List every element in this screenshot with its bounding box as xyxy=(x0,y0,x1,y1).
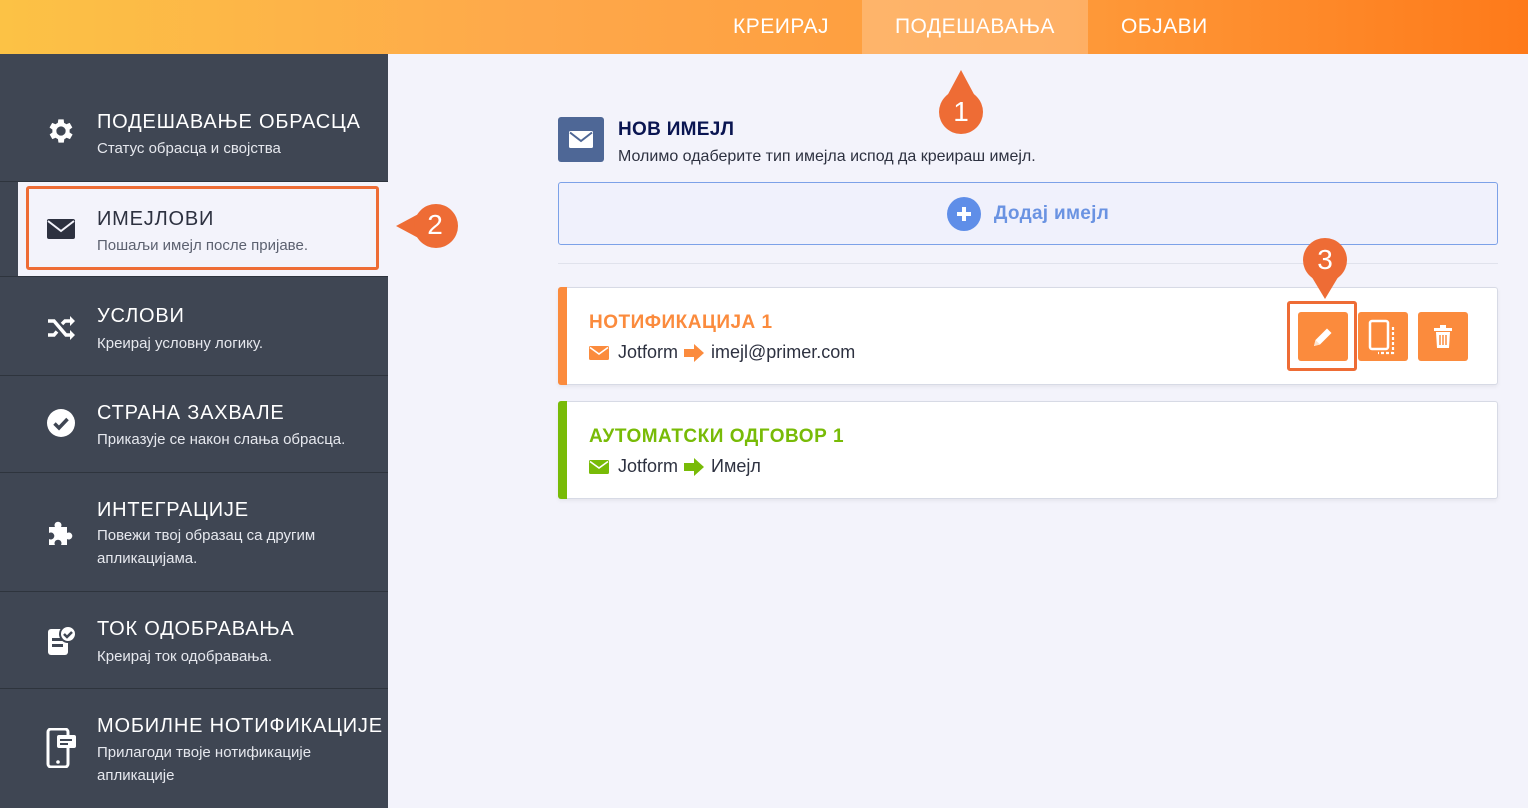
callout-badge-3: 3 xyxy=(1317,244,1333,275)
sidebar-item-title: СТРАНА ЗАХВАЛЕ xyxy=(97,402,285,424)
sidebar-item-mobile-notifications[interactable]: МОБИЛНЕ НОТИФИКАЦИЈЕ Прилагоди твоје нот… xyxy=(0,689,388,808)
sidebar-item-conditions[interactable]: УСЛОВИ Креирај условну логику. xyxy=(0,276,388,376)
add-email-label: Додај имејл xyxy=(993,202,1110,224)
sidebar-item-title: УСЛОВИ xyxy=(97,305,185,327)
plus-icon xyxy=(946,196,981,231)
sidebar-item-title: ТОК ОДОБРАВАЊА xyxy=(97,618,295,640)
top-navigation-bar: КРЕИРАЈ ПОДЕШАВАЊА ОБЈАВИ xyxy=(0,0,1528,54)
trash-icon xyxy=(1434,324,1452,348)
divider xyxy=(558,263,1498,264)
sidebar-item-title: МОБИЛНЕ НОТИФИКАЦИЈЕ xyxy=(97,715,383,737)
email-card-autoresponder[interactable]: АУТОМАТСКИ ОДГОВОР 1 Jotform Имејл xyxy=(558,401,1498,499)
email-card-route: Jotform imejl@primer.com xyxy=(589,342,855,363)
sidebar-item-description: Приказује се након слања обрасца. xyxy=(97,431,346,448)
puzzle-icon xyxy=(44,516,78,550)
sidebar-item-description: Статус обрасца и својства xyxy=(97,140,281,157)
sidebar-item-thank-you-page[interactable]: СТРАНА ЗАХВАЛЕ Приказује се након слања … xyxy=(0,376,388,473)
sidebar-item-form-settings[interactable]: ПОДЕШАВАЊЕ ОБРАСЦА Статус обрасца и свој… xyxy=(0,54,388,182)
tab-build[interactable]: КРЕИРАЈ xyxy=(700,0,862,54)
callout-badge-2: 2 xyxy=(427,209,443,240)
mobile-notification-icon xyxy=(44,727,78,769)
approval-flow-icon xyxy=(44,624,78,658)
sidebar-item-description: Креирај ток одобравања. xyxy=(97,648,272,665)
arrow-right-icon xyxy=(684,457,705,476)
envelope-icon xyxy=(589,345,609,360)
add-email-button[interactable]: Додај имејл xyxy=(558,182,1498,245)
card-accent-bar xyxy=(558,401,567,499)
email-from: Jotform xyxy=(618,456,679,476)
email-card-title: АУТОМАТСКИ ОДГОВОР 1 xyxy=(589,426,845,447)
highlight-box-emails xyxy=(26,186,379,270)
sidebar-item-description: Прилагоди твоје нотификације апликације xyxy=(97,744,312,784)
top-nav-tabs: КРЕИРАЈ ПОДЕШАВАЊА ОБЈАВИ xyxy=(700,0,1241,54)
card-accent-bar xyxy=(558,287,567,385)
tab-publish[interactable]: ОБЈАВИ xyxy=(1088,0,1241,54)
email-card-route: Jotform Имејл xyxy=(589,456,761,477)
sidebar-item-description: Повежи твој образац са другим апликација… xyxy=(97,527,316,567)
envelope-icon xyxy=(558,117,604,162)
new-email-title: НОВ ИМЕЈЛ xyxy=(618,119,735,140)
clone-email-button[interactable] xyxy=(1358,312,1408,361)
tab-settings[interactable]: ПОДЕШАВАЊА xyxy=(861,0,1088,54)
check-circle-icon xyxy=(44,406,78,440)
email-card-notification[interactable]: НОТИФИКАЦИЈА 1 Jotform imejl@primer.com xyxy=(558,287,1498,385)
email-to: Имејл xyxy=(711,456,761,476)
settings-sidebar: ПОДЕШАВАЊЕ ОБРАСЦА Статус обрасца и свој… xyxy=(0,54,388,808)
email-from: Jotform xyxy=(618,342,679,362)
highlight-box-edit xyxy=(1287,301,1357,371)
delete-email-button[interactable] xyxy=(1418,312,1468,361)
sidebar-item-title: ПОДЕШАВАЊЕ ОБРАСЦА xyxy=(97,111,361,133)
sidebar-item-integrations[interactable]: ИНТЕГРАЦИЈЕ Повежи твој образац са други… xyxy=(0,473,388,592)
callout-badge-1: 1 xyxy=(953,96,969,127)
arrow-right-icon xyxy=(684,343,705,362)
new-email-subtitle: Молимо одаберите тип имејла испод да кре… xyxy=(618,148,1036,165)
envelope-icon xyxy=(589,459,609,474)
gear-icon xyxy=(44,114,78,148)
sidebar-item-description: Креирај условну логику. xyxy=(97,335,264,352)
sidebar-item-approval-flow[interactable]: ТОК ОДОБРАВАЊА Креирај ток одобравања. xyxy=(0,592,388,689)
email-card-title: НОТИФИКАЦИЈА 1 xyxy=(589,312,773,333)
clone-icon xyxy=(1368,319,1395,354)
shuffle-icon xyxy=(44,311,78,345)
email-to: imejl@primer.com xyxy=(711,342,856,362)
sidebar-item-title: ИНТЕГРАЦИЈЕ xyxy=(97,499,249,521)
